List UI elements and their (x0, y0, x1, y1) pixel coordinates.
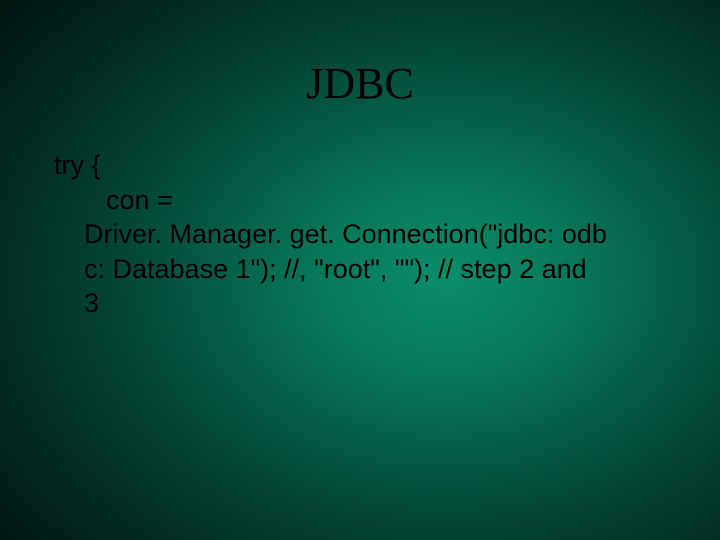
slide: JDBC try { con = Driver. Manager. get. C… (0, 0, 720, 540)
code-line-try: try { (54, 148, 666, 183)
code-line-2: c: Database 1"); //, "root", ""); // ste… (54, 252, 666, 287)
code-line-1: Driver. Manager. get. Connection("jdbc: … (54, 217, 666, 252)
slide-title: JDBC (0, 58, 720, 109)
code-line-3: 3 (54, 286, 666, 321)
code-line-con: con = (54, 183, 666, 218)
slide-body: try { con = Driver. Manager. get. Connec… (54, 148, 666, 321)
